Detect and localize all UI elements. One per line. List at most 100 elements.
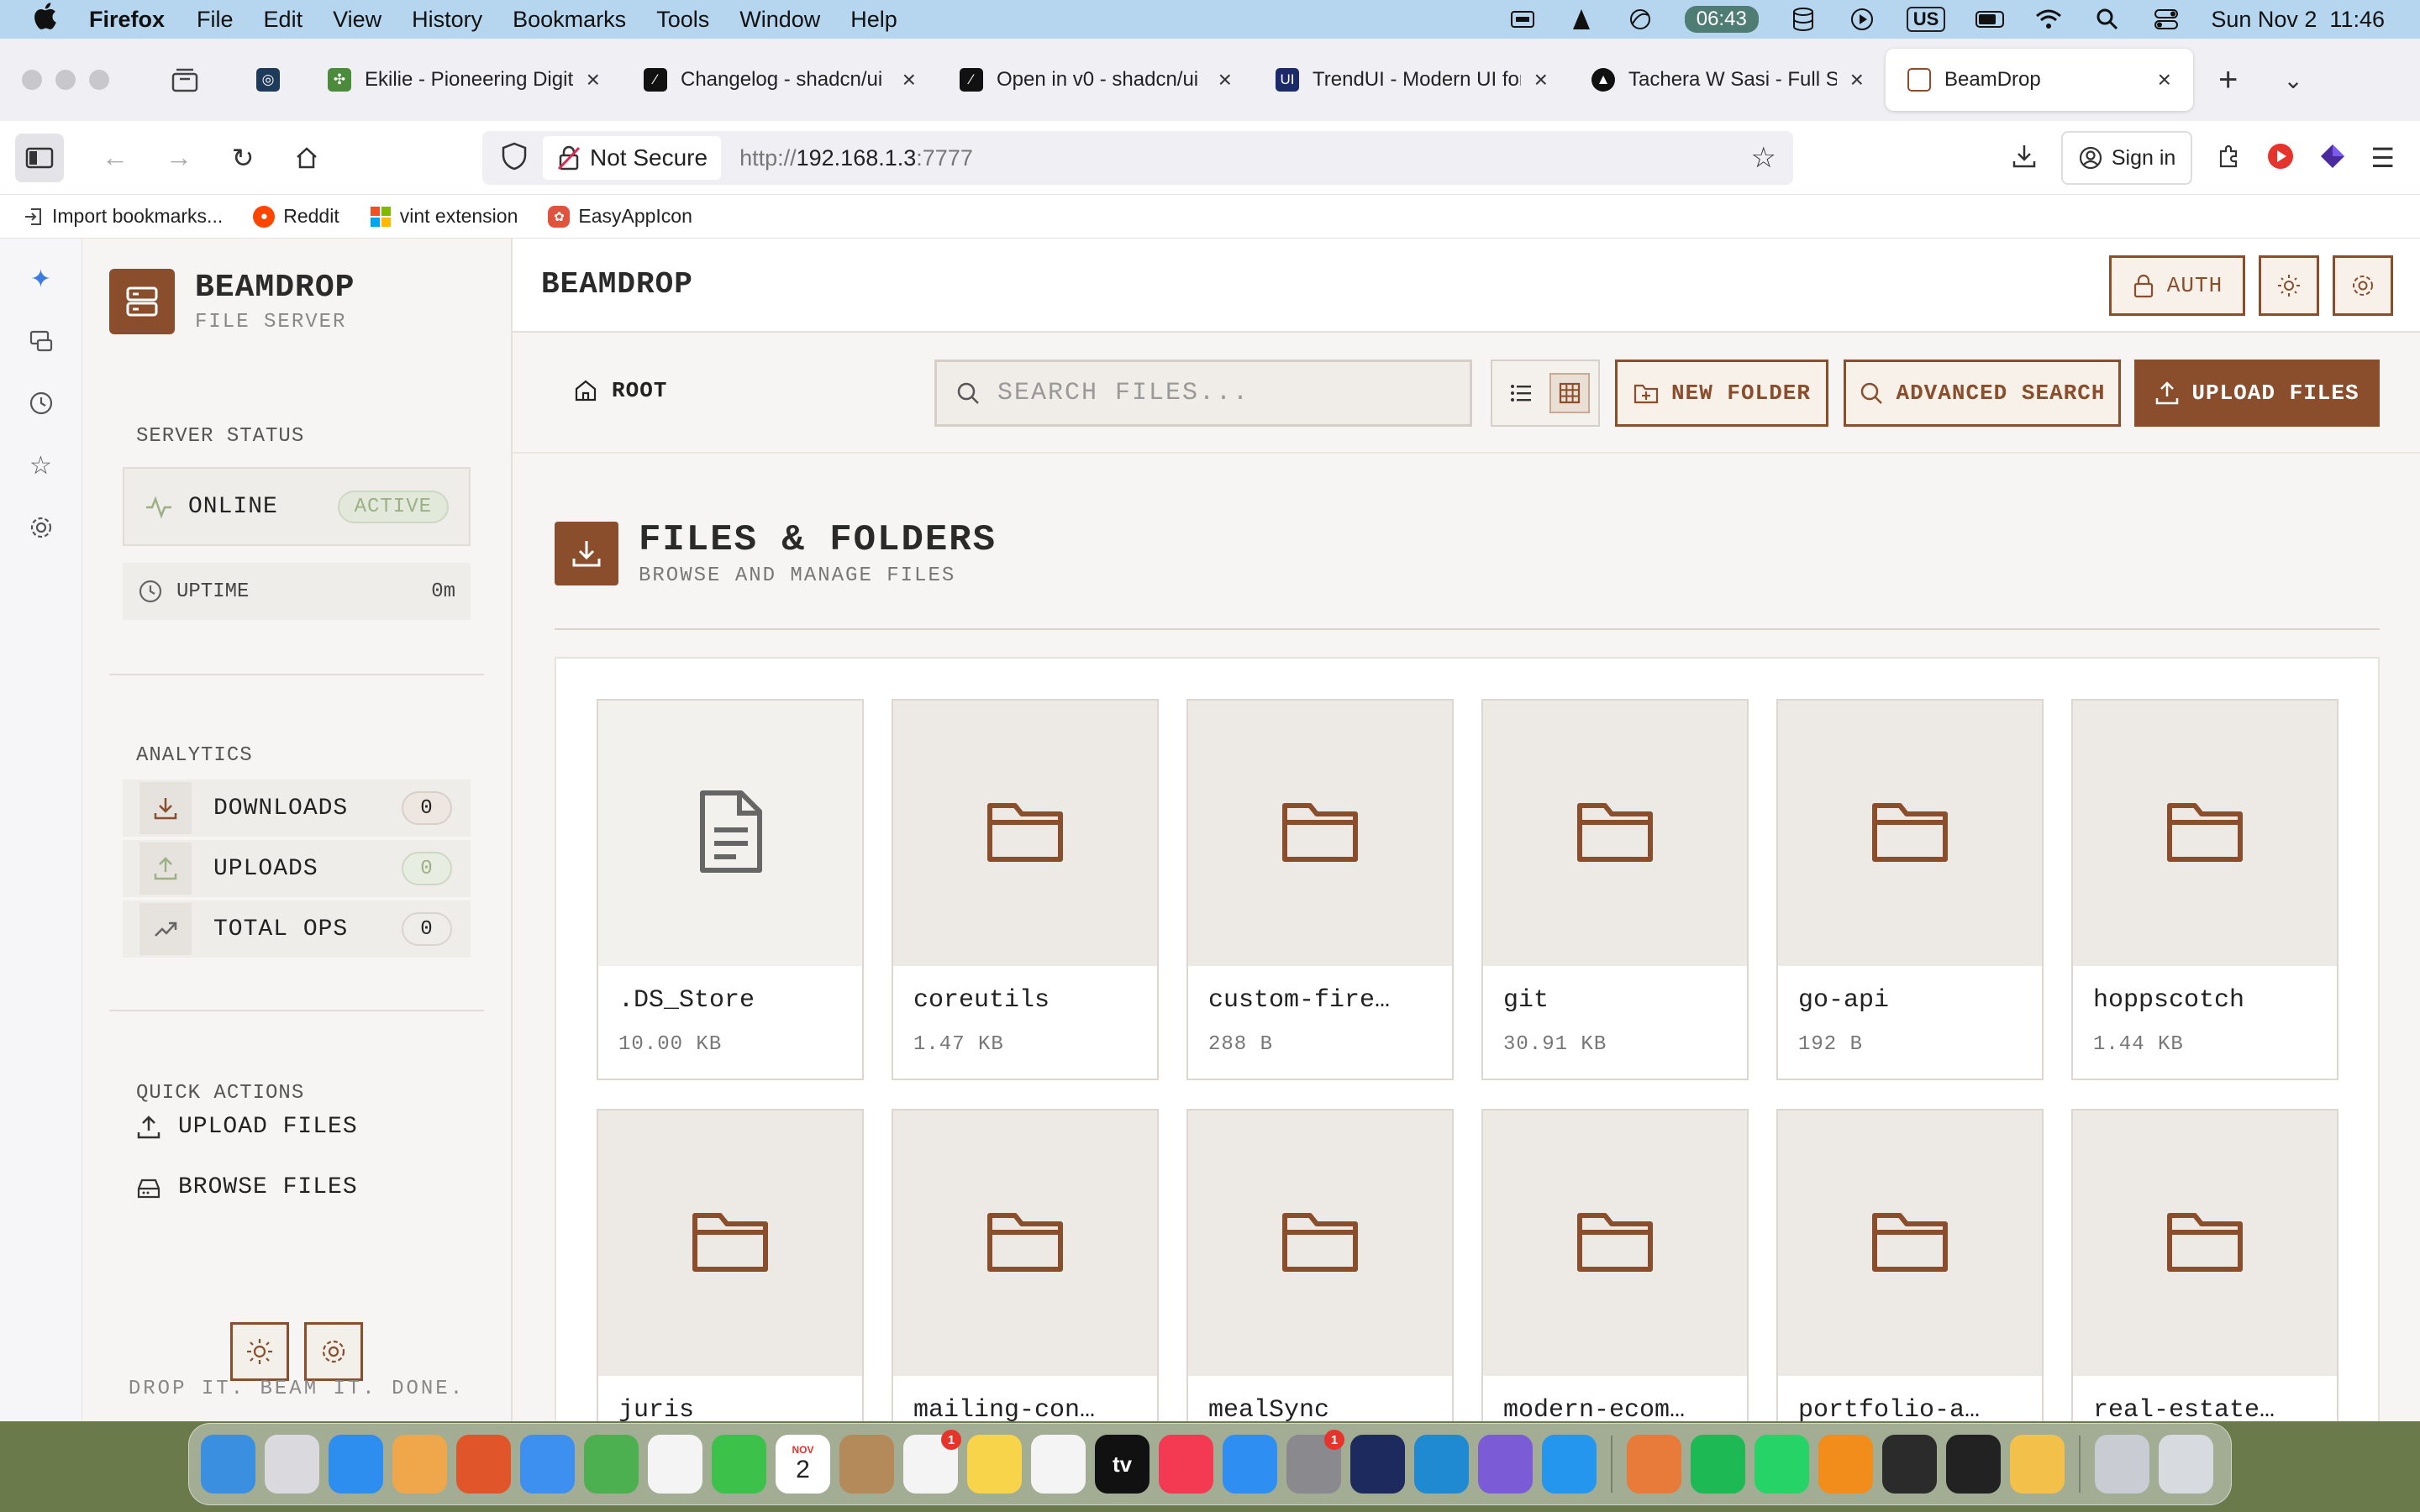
dock-istat-icon[interactable] — [1882, 1435, 1937, 1494]
app-menu-hamburger-icon[interactable]: ☰ — [2370, 142, 2395, 174]
extension-cube-icon[interactable] — [2318, 142, 2347, 175]
helper-menu-icon[interactable] — [1626, 7, 1655, 32]
bookmark-import[interactable]: Import bookmarks... — [22, 205, 223, 228]
menu-window[interactable]: Window — [739, 7, 820, 33]
dock-terminal-icon[interactable] — [1946, 1435, 2001, 1494]
folder-card[interactable]: custom-fire… 288 B — [1186, 699, 1454, 1080]
folder-card[interactable]: mealSync288 B — [1186, 1109, 1454, 1421]
spotlight-search-icon[interactable] — [2093, 7, 2122, 32]
bookmark-star-icon[interactable]: ☆ — [1751, 141, 1776, 175]
play-menu-icon[interactable] — [1848, 7, 1876, 32]
tab-groups-icon[interactable] — [168, 63, 202, 97]
close-tab-icon[interactable]: × — [1850, 66, 1864, 93]
sidebar-toggle-icon[interactable] — [15, 133, 64, 182]
menu-file[interactable]: File — [197, 7, 234, 33]
list-all-tabs-icon[interactable]: ⌄ — [2283, 66, 2302, 94]
vlc-menu-icon[interactable] — [1567, 7, 1596, 32]
tab-ekilie[interactable]: ✣ Ekilie - Pioneering Digital × — [306, 49, 622, 111]
folder-card[interactable]: juris928 B — [597, 1109, 864, 1421]
tab-open-in-v0[interactable]: ⁄ Open in v0 - shadcn/ui × — [938, 49, 1254, 111]
bookmark-easyappicon[interactable]: ✿ EasyAppIcon — [548, 205, 692, 228]
folder-card[interactable]: git 30.91 KB — [1481, 699, 1749, 1080]
dock-whatsapp-icon[interactable] — [1754, 1435, 1809, 1494]
timer-menu-badge[interactable]: 06:43 — [1684, 6, 1759, 33]
input-source-indicator[interactable]: US — [1906, 7, 1946, 32]
close-tab-icon[interactable]: × — [1534, 66, 1548, 93]
dock-apple-tv-icon[interactable]: tv — [1095, 1435, 1150, 1494]
bookmark-vint-extension[interactable]: vint extension — [370, 205, 518, 228]
database-menu-icon[interactable] — [1789, 7, 1818, 32]
dock-firefox-icon[interactable] — [456, 1435, 511, 1494]
dock-system-settings-icon[interactable]: 1 — [1286, 1430, 1344, 1494]
folder-card[interactable]: real-estate…416 B — [2071, 1109, 2338, 1421]
file-card[interactable]: .DS_Store 10.00 KB — [597, 699, 864, 1080]
tab-tachera[interactable]: ▲ Tachera W Sasi - Full Stack × — [1570, 49, 1886, 111]
theme-toggle-button[interactable] — [2259, 255, 2319, 316]
menu-help[interactable]: Help — [850, 7, 897, 33]
tab-changelog[interactable]: ⁄ Changelog - shadcn/ui × — [622, 49, 938, 111]
auth-button[interactable]: AUTH — [2109, 255, 2245, 316]
url-text[interactable]: http://192.168.1.3:7777 — [739, 145, 973, 171]
dock-arc-icon[interactable] — [392, 1435, 447, 1494]
dock-safari-icon[interactable] — [329, 1435, 383, 1494]
dock-facetime-icon[interactable] — [712, 1435, 766, 1494]
tracking-protection-shield-icon[interactable] — [501, 142, 534, 175]
dock-trash-icon[interactable] — [2159, 1435, 2213, 1494]
dock-cleaner-icon[interactable] — [1627, 1435, 1681, 1494]
tab-trendui[interactable]: UI TrendUI - Modern UI for R × — [1254, 49, 1570, 111]
advanced-search-button[interactable]: ADVANCED SEARCH — [1844, 360, 2121, 427]
dock-music-folder-icon[interactable] — [2095, 1435, 2149, 1494]
close-tab-icon[interactable]: × — [587, 66, 600, 93]
forward-arrow-icon[interactable]: → — [155, 134, 203, 182]
home-icon[interactable] — [282, 134, 331, 182]
menu-tools[interactable]: Tools — [656, 7, 709, 33]
dock-mail-icon[interactable] — [520, 1435, 575, 1494]
istat-menu-icon[interactable] — [1508, 7, 1537, 32]
ai-sparkle-icon[interactable]: ✦ — [24, 262, 58, 296]
extensions-puzzle-icon[interactable] — [2216, 143, 2243, 174]
url-bar[interactable]: Not Secure http://192.168.1.3:7777 ☆ — [482, 131, 1793, 185]
folder-card[interactable]: portfolio-a…640 B — [1776, 1109, 2044, 1421]
minimize-window-button[interactable] — [55, 70, 76, 90]
bookmarks-star-icon[interactable]: ☆ — [24, 449, 58, 482]
sidebar-theme-toggle-button[interactable] — [230, 1322, 289, 1381]
dock-database-icon[interactable] — [1478, 1435, 1533, 1494]
wifi-icon[interactable] — [2034, 7, 2063, 32]
menu-history[interactable]: History — [412, 7, 482, 33]
dock-notes-icon[interactable] — [967, 1435, 1022, 1494]
folder-card[interactable]: mailing-con…160 B — [892, 1109, 1159, 1421]
apple-menu-icon[interactable] — [32, 2, 59, 37]
dock-calendar-icon[interactable]: NOV 2 — [776, 1435, 830, 1494]
folder-card[interactable]: hoppscotch 1.44 KB — [2071, 699, 2338, 1080]
upload-files-button[interactable]: UPLOAD FILES — [2134, 360, 2380, 427]
synced-tabs-icon[interactable] — [24, 324, 58, 358]
dock-docker-icon[interactable] — [1542, 1435, 1597, 1494]
menubar-app-name[interactable]: Firefox — [89, 7, 165, 33]
dock-photos-icon[interactable] — [648, 1435, 702, 1494]
dock-music-icon[interactable] — [1159, 1435, 1213, 1494]
control-center-icon[interactable] — [2152, 7, 2181, 32]
dock-postgres-icon[interactable] — [2010, 1435, 2065, 1494]
quick-action-browse-files[interactable]: BROWSE FILES — [136, 1174, 358, 1200]
dock-maps-icon[interactable] — [584, 1435, 639, 1494]
not-secure-indicator[interactable]: Not Secure — [543, 136, 722, 180]
bookmark-reddit[interactable]: ● Reddit — [253, 205, 339, 228]
reload-icon[interactable]: ↻ — [218, 134, 267, 182]
dock-freeform-icon[interactable] — [1031, 1435, 1086, 1494]
new-folder-button[interactable]: NEW FOLDER — [1615, 360, 1828, 427]
list-view-icon[interactable] — [1501, 373, 1541, 413]
dock-launchpad-icon[interactable] — [265, 1435, 319, 1494]
battery-icon[interactable] — [1975, 7, 2005, 32]
downloads-icon[interactable] — [2011, 143, 2038, 174]
close-tab-icon[interactable]: × — [1218, 66, 1232, 93]
dock-dbeaver-icon[interactable] — [1350, 1435, 1405, 1494]
sidebar-settings-button[interactable] — [304, 1322, 363, 1381]
folder-card[interactable]: go-api 192 B — [1776, 699, 2044, 1080]
folder-card[interactable]: modern-ecom…416 B — [1481, 1109, 1749, 1421]
customize-sidebar-gear-icon[interactable] — [24, 511, 58, 544]
dock-spotify-icon[interactable] — [1691, 1435, 1745, 1494]
history-clock-icon[interactable] — [24, 386, 58, 420]
back-arrow-icon[interactable]: ← — [91, 134, 139, 182]
dock-vlc-icon[interactable] — [1818, 1435, 1873, 1494]
breadcrumb-root[interactable]: ROOT — [573, 378, 667, 403]
